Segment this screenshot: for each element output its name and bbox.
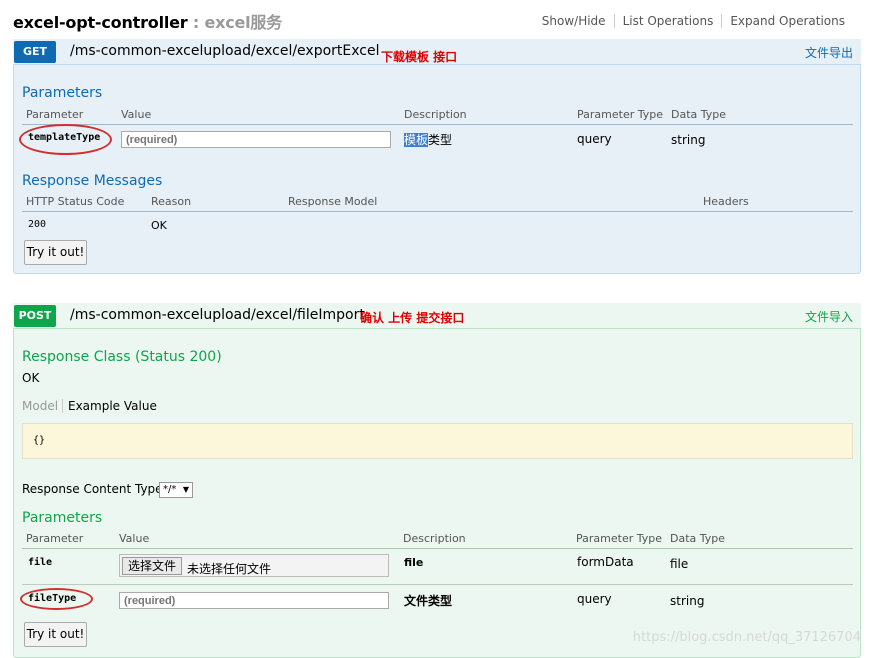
post-try-it-out-button[interactable]: Try it out! <box>24 622 87 647</box>
get-operation-panel <box>13 39 861 274</box>
th-reason: Reason <box>151 195 192 208</box>
file-param-name: file <box>28 557 53 568</box>
param-row-divider <box>22 584 853 585</box>
content-type-value: */* <box>163 484 177 495</box>
template-type-input[interactable] <box>121 131 391 148</box>
choose-file-button[interactable]: 选择文件 <box>122 557 182 575</box>
controller-name: excel-opt-controller <box>13 13 188 32</box>
post-th-parameter: Parameter <box>26 532 84 545</box>
description-rest: 类型 <box>428 133 453 147</box>
get-th-data-type: Data Type <box>671 108 727 121</box>
watermark: https://blog.csdn.net/qq_37126704 <box>632 630 861 645</box>
response-reason: OK <box>151 219 167 232</box>
th-response-model: Response Model <box>288 195 378 208</box>
example-value-box[interactable] <box>22 423 853 459</box>
file-status-text: 未选择任何文件 <box>187 562 272 576</box>
post-annotation-note: 确认 上传 提交接口 <box>360 311 465 325</box>
response-messages-title: Response Messages <box>22 173 163 189</box>
filetype-param-data-type: string <box>670 594 705 608</box>
th-headers: Headers <box>703 195 749 208</box>
content-type-select[interactable]: */* ▼ <box>159 482 193 498</box>
post-th-value: Value <box>119 532 150 545</box>
expand-operations-link[interactable]: Expand Operations <box>721 14 853 28</box>
highlighted-text: 模板 <box>404 133 429 147</box>
post-th-parameter-type: Parameter Type <box>576 532 662 545</box>
controller-title[interactable]: excel-opt-controller : excel服务 <box>13 9 282 33</box>
get-path[interactable]: /ms-common-excelupload/excel/exportExcel <box>70 43 380 59</box>
file-param-data-type: file <box>670 557 689 571</box>
post-th-data-type: Data Type <box>670 532 726 545</box>
get-parameters-title: Parameters <box>22 85 103 101</box>
get-param-type: query <box>577 132 612 146</box>
response-class-value: OK <box>22 371 40 385</box>
filetype-param-type: query <box>577 592 612 606</box>
example-value-text: {} <box>33 435 46 446</box>
annotation-circle <box>20 588 93 610</box>
th-http-status-code: HTTP Status Code <box>26 195 125 208</box>
get-th-parameter: Parameter <box>26 108 84 121</box>
get-param-description: 模板类型 <box>404 131 452 148</box>
post-path[interactable]: /ms-common-excelupload/excel/fileImport <box>70 307 365 323</box>
response-status-code: 200 <box>28 219 47 230</box>
post-method-badge[interactable]: POST <box>14 305 56 327</box>
example-value-tab[interactable]: Example Value <box>68 399 157 413</box>
post-param-header-rule <box>22 548 853 549</box>
response-class-title: Response Class (Status 200) <box>22 349 222 365</box>
get-method-badge[interactable]: GET <box>14 41 56 63</box>
get-param-data-type: string <box>671 133 706 147</box>
filetype-param-description: 文件类型 <box>404 594 453 608</box>
file-type-input[interactable] <box>119 592 389 609</box>
get-summary[interactable]: 文件导出 <box>805 44 853 61</box>
annotation-circle <box>19 124 112 155</box>
get-th-value: Value <box>121 108 152 121</box>
get-param-header-rule <box>22 124 853 125</box>
post-th-description: Description <box>403 532 466 545</box>
header-links: Show/Hide List Operations Expand Operati… <box>534 14 853 28</box>
post-summary[interactable]: 文件导入 <box>805 308 853 325</box>
show-hide-link[interactable]: Show/Hide <box>534 14 614 28</box>
get-annotation-note: 下载模板 接口 <box>381 50 458 64</box>
file-param-type: formData <box>577 555 634 569</box>
controller-separator: : <box>187 13 205 32</box>
dropdown-arrow-icon: ▼ <box>182 485 189 494</box>
get-th-parameter-type: Parameter Type <box>577 108 663 121</box>
get-try-it-out-button[interactable]: Try it out! <box>24 240 87 265</box>
post-parameters-title: Parameters <box>22 510 103 526</box>
content-type-label: Response Content Type <box>22 482 163 496</box>
controller-description: excel服务 <box>204 13 283 32</box>
file-param-description: file <box>404 556 424 569</box>
model-tab[interactable]: Model <box>22 399 64 413</box>
response-header-rule <box>22 211 853 212</box>
get-th-description: Description <box>404 108 467 121</box>
list-operations-link[interactable]: List Operations <box>613 14 722 28</box>
